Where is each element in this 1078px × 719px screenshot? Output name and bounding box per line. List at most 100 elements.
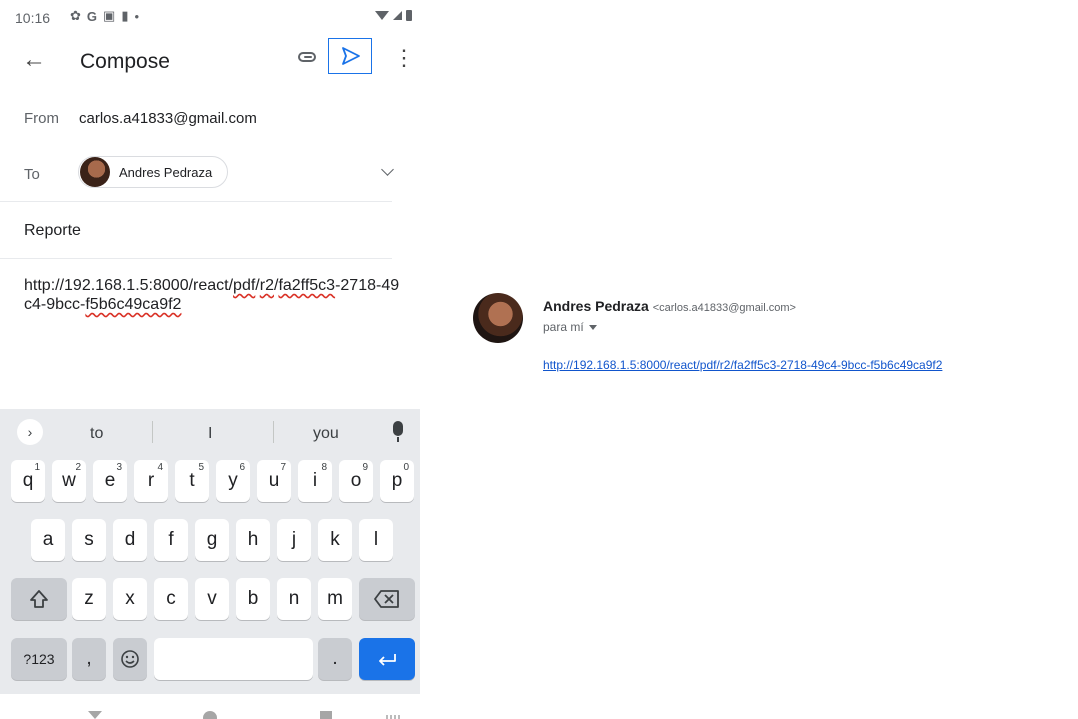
divider (273, 421, 274, 443)
to-row: To Andres Pedraza (0, 147, 394, 202)
misspelled-word: f5b6c49ca9f2 (85, 296, 182, 313)
key[interactable]: b (236, 578, 270, 620)
key-label: y (228, 470, 238, 491)
emoji-key[interactable] (113, 638, 147, 680)
compose-app-bar: ← Compose ⋮ (0, 38, 420, 86)
misspelled-word: fa2ff5c3 (278, 277, 336, 294)
nav-recents-icon[interactable] (320, 711, 332, 719)
more-vert-icon[interactable]: ⋮ (393, 47, 415, 69)
phone-screen: 10:16 ✿ G ▣ ▮ • ← Compose ⋮ From carlos.… (0, 0, 420, 719)
google-icon: G (86, 8, 98, 24)
key-hint: 5 (198, 462, 204, 473)
back-arrow-icon[interactable]: ← (22, 46, 46, 74)
space-key[interactable] (154, 638, 313, 680)
avatar (80, 157, 110, 187)
chevron-down-icon[interactable] (381, 163, 394, 176)
key-label: i (312, 470, 318, 491)
send-button[interactable] (328, 38, 372, 74)
nav-home-icon[interactable] (203, 711, 217, 719)
body-text: http://192.168.1.5:8000/react/ (24, 277, 234, 294)
key[interactable]: a (31, 519, 65, 561)
key[interactable]: s (72, 519, 106, 561)
key-hint: 4 (157, 462, 163, 473)
key[interactable]: i8 (298, 460, 332, 502)
recipient-name: Andres Pedraza (119, 164, 213, 180)
key-label: r (147, 470, 155, 491)
battery-icon (406, 10, 412, 21)
system-nav-bar (0, 695, 420, 719)
key-hint: 6 (239, 462, 245, 473)
status-bar: 10:16 ✿ G ▣ ▮ • (0, 0, 420, 36)
suggestion[interactable]: I (208, 425, 212, 443)
key[interactable]: f (154, 519, 188, 561)
mic-icon[interactable] (393, 421, 403, 442)
backspace-key[interactable] (359, 578, 415, 620)
dropdown-arrow-icon (588, 325, 597, 331)
send-icon (341, 46, 360, 65)
status-time: 10:16 (15, 10, 51, 26)
recipient-chip[interactable]: Andres Pedraza (78, 156, 228, 188)
key-hint: 9 (362, 462, 368, 473)
key[interactable]: k (318, 519, 352, 561)
pdf-link[interactable]: http://192.168.1.5:8000/react/pdf/r2/fa2… (543, 358, 942, 372)
key[interactable]: t5 (175, 460, 209, 502)
key[interactable]: h (236, 519, 270, 561)
key[interactable]: e3 (93, 460, 127, 502)
key[interactable]: z (72, 578, 106, 620)
enter-icon (379, 654, 396, 666)
settings-icon: ✿ (70, 8, 81, 23)
recipient-details-toggle[interactable]: para mí (543, 320, 597, 334)
key-label: w (62, 470, 76, 491)
sender-line: Andres Pedraza <carlos.a41833@gmail.com> (543, 298, 796, 314)
key[interactable]: v (195, 578, 229, 620)
key-hint: 2 (75, 462, 81, 473)
key-label: e (104, 470, 116, 491)
key[interactable]: w2 (52, 460, 86, 502)
nav-back-icon[interactable] (88, 711, 102, 719)
comma-key[interactable]: , (72, 638, 106, 680)
key[interactable]: g (195, 519, 229, 561)
shift-key[interactable] (11, 578, 67, 620)
from-row: From carlos.a41833@gmail.com (0, 96, 392, 140)
period-key[interactable]: . (318, 638, 352, 680)
key-label: p (391, 470, 403, 491)
key-hint: 3 (116, 462, 122, 473)
key[interactable]: m (318, 578, 352, 620)
key[interactable]: l (359, 519, 393, 561)
gallery-icon: ▣ (103, 8, 116, 23)
keyboard-switch-icon[interactable] (386, 715, 400, 719)
key[interactable]: n (277, 578, 311, 620)
body-field[interactable]: http://192.168.1.5:8000/react/pdf/r2/fa2… (24, 276, 404, 314)
symbols-key[interactable]: ?123 (11, 638, 67, 680)
page-title: Compose (80, 50, 170, 73)
key-label: u (268, 470, 280, 491)
key[interactable]: r4 (134, 460, 168, 502)
suggestion[interactable]: you (313, 425, 339, 443)
key[interactable]: p0 (380, 460, 414, 502)
shift-icon (30, 590, 48, 608)
notification-dot-icon: • (134, 8, 140, 24)
suggestion[interactable]: to (90, 425, 103, 443)
to-me-label: para mí (543, 320, 584, 334)
from-field[interactable]: carlos.a41833@gmail.com (79, 110, 257, 127)
key-label: o (350, 470, 362, 491)
key[interactable]: q1 (11, 460, 45, 502)
key[interactable]: y6 (216, 460, 250, 502)
key[interactable]: j (277, 519, 311, 561)
key-hint: 1 (34, 462, 40, 473)
signal-icon (393, 11, 402, 20)
key[interactable]: u7 (257, 460, 291, 502)
key[interactable]: c (154, 578, 188, 620)
key-label: t (189, 470, 195, 491)
key-hint: 0 (403, 462, 409, 473)
key[interactable]: x (113, 578, 147, 620)
key[interactable]: d (113, 519, 147, 561)
avatar (473, 293, 523, 343)
key[interactable]: o9 (339, 460, 373, 502)
enter-key[interactable] (359, 638, 415, 680)
subject-field[interactable]: Reporte (24, 222, 81, 240)
suggestion-strip: › to I you (0, 409, 420, 457)
key-label: q (22, 470, 34, 491)
expand-icon[interactable]: › (17, 419, 43, 445)
attach-icon[interactable] (298, 52, 316, 62)
